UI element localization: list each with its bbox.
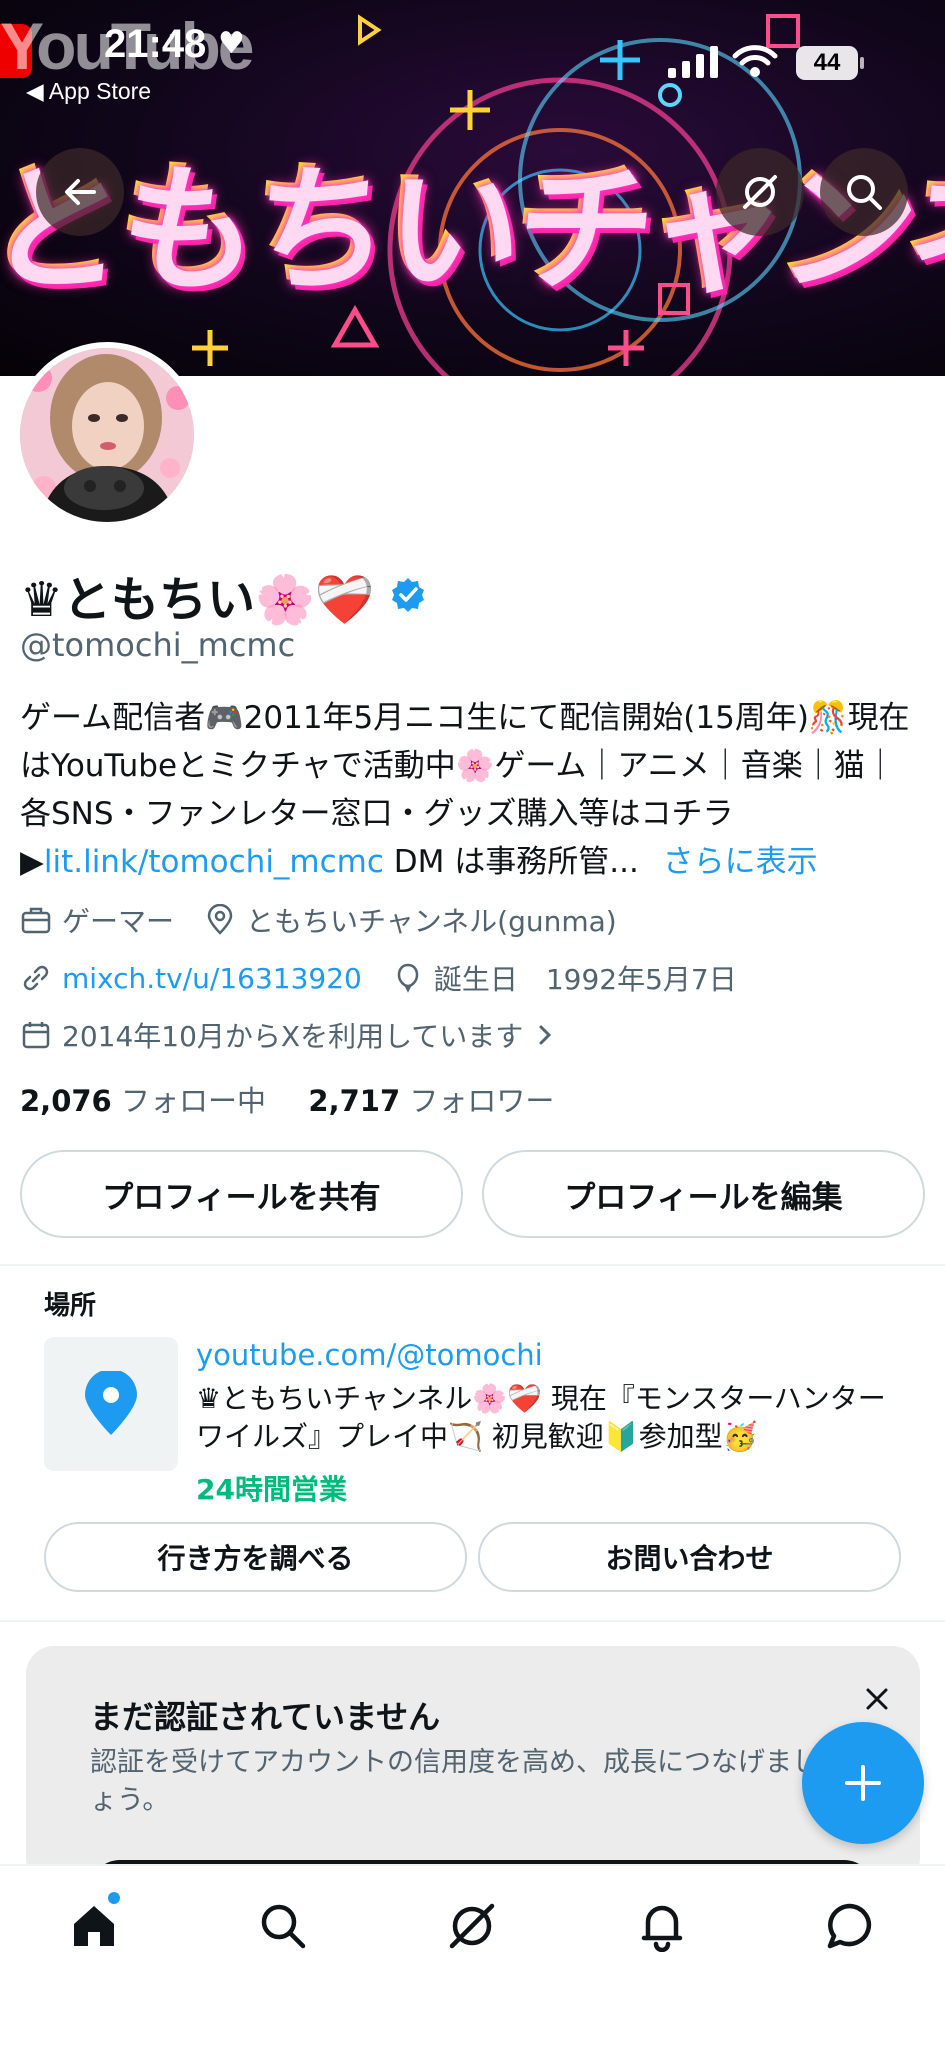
balloon-icon bbox=[392, 962, 424, 994]
joined-label: 2014年10月からXを利用しています bbox=[62, 1020, 524, 1053]
bottom-tab-bar bbox=[0, 1864, 945, 2048]
tab-search[interactable] bbox=[243, 1886, 323, 1966]
show-more-link[interactable]: さらに表示 bbox=[663, 844, 818, 880]
profile-name: ♛ともちい🌸❤️‍🩹 bbox=[20, 560, 427, 630]
share-profile-button[interactable]: プロフィールを共有 bbox=[20, 1150, 463, 1238]
home-notification-dot bbox=[108, 1892, 120, 1904]
wifi-icon bbox=[732, 45, 778, 77]
grok-icon bbox=[449, 1903, 495, 1949]
status-time: 21:48 bbox=[104, 22, 207, 66]
following-link[interactable]: 2,076 フォロー中 bbox=[20, 1084, 266, 1118]
avatar-photo bbox=[20, 348, 194, 522]
signal-icon bbox=[668, 46, 718, 78]
search-button[interactable] bbox=[820, 148, 908, 236]
avatar[interactable] bbox=[14, 342, 200, 528]
location-heading: 場所 bbox=[44, 1291, 97, 1321]
open-hours: 24時間営業 bbox=[196, 1473, 347, 1506]
verification-card: まだ認証されていません 認証を受けてアカウントの信用度を高め、成長につなげましょ… bbox=[26, 1646, 920, 1886]
heart-icon: ♥ bbox=[218, 26, 245, 61]
briefcase-icon bbox=[20, 904, 52, 936]
compose-button[interactable] bbox=[802, 1722, 924, 1844]
tab-home[interactable] bbox=[54, 1886, 134, 1966]
link-icon bbox=[20, 962, 52, 994]
meta-row-category-location: ゲーマー ともちいチャンネル(gunma) bbox=[20, 900, 617, 940]
grok-button[interactable] bbox=[716, 148, 804, 236]
close-icon[interactable] bbox=[862, 1684, 892, 1714]
bio-link[interactable]: lit.link/tomochi_mcmc bbox=[44, 844, 384, 880]
back-button[interactable] bbox=[36, 148, 124, 236]
bell-icon bbox=[641, 1905, 683, 1952]
followers-link[interactable]: 2,717 フォロワー bbox=[308, 1084, 554, 1118]
verification-title: まだ認証されていません bbox=[90, 1698, 441, 1736]
home-icon bbox=[74, 1906, 114, 1946]
search-icon bbox=[261, 1904, 306, 1949]
calendar-icon bbox=[20, 1019, 52, 1051]
chevron-right-icon bbox=[539, 1025, 552, 1045]
map-pin-icon bbox=[85, 1371, 137, 1435]
map-tile[interactable] bbox=[44, 1337, 178, 1471]
message-icon bbox=[827, 1903, 872, 1949]
display-name: ♛ともちい🌸❤️‍🩹 bbox=[20, 572, 375, 628]
meta-row-joined[interactable]: 2014年10月からXを利用しています bbox=[20, 1015, 555, 1055]
profile-handle: @tomochi_mcmc bbox=[20, 626, 296, 664]
battery-indicator: 44 bbox=[796, 46, 864, 80]
divider bbox=[0, 1620, 945, 1622]
verification-body: 認証を受けてアカウントの信用度を高め、成長につなげましょう。 bbox=[90, 1747, 819, 1816]
search-icon bbox=[847, 175, 882, 210]
directions-button[interactable]: 行き方を調べる bbox=[44, 1522, 467, 1592]
grok-icon bbox=[743, 175, 777, 209]
bio-tail: DM は事務所管... bbox=[383, 844, 639, 880]
divider bbox=[0, 1264, 945, 1266]
follow-stats: 2,076 フォロー中 2,717 フォロワー bbox=[20, 1078, 554, 1120]
category-label: ゲーマー bbox=[62, 905, 175, 938]
tab-notifications[interactable] bbox=[622, 1886, 702, 1966]
edit-profile-button[interactable]: プロフィールを編集 bbox=[482, 1150, 925, 1238]
location-url[interactable]: youtube.com/@tomochi bbox=[196, 1338, 543, 1372]
tab-messages[interactable] bbox=[810, 1886, 890, 1966]
location-label: ともちいチャンネル(gunma) bbox=[246, 905, 617, 938]
website-link[interactable]: mixch.tv/u/16313920 bbox=[62, 962, 362, 995]
tab-grok[interactable] bbox=[432, 1886, 512, 1966]
meta-row-website-birthday: mixch.tv/u/16313920 誕生日 1992年5月7日 bbox=[20, 958, 737, 998]
banner-title: ともちいチャンネル bbox=[0, 150, 945, 311]
verified-badge-icon[interactable] bbox=[389, 576, 427, 614]
location-description: ♛ともちいチャンネル🌸❤️‍🩹 現在『モンスターハンター ワイルズ』プレイ中🏹 … bbox=[196, 1382, 886, 1453]
contact-button[interactable]: お問い合わせ bbox=[478, 1522, 901, 1592]
location-pin-icon bbox=[204, 904, 236, 936]
back-arrow-icon bbox=[65, 179, 96, 205]
back-to-app-store[interactable]: ◀ App Store bbox=[26, 78, 151, 105]
birthday-label: 誕生日 1992年5月7日 bbox=[433, 963, 737, 996]
plus-icon bbox=[845, 1765, 881, 1801]
profile-bio: ゲーム配信者🎮2011年5月ニコ生にて配信開始(15周年)🎊現在はYouTube… bbox=[20, 694, 925, 886]
